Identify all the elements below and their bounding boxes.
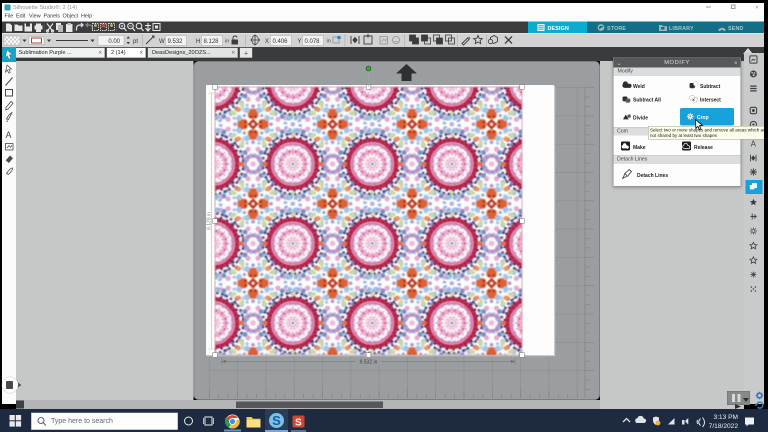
svg-text:SEND: SEND: [728, 26, 744, 32]
svg-text:Intersect: Intersect: [700, 98, 721, 104]
svg-text:Subtract All: Subtract All: [633, 98, 661, 104]
svg-text:8.128 in: 8.128 in: [207, 212, 213, 230]
svg-text:pt: pt: [133, 39, 138, 45]
svg-text:S: S: [295, 418, 302, 429]
svg-text:LIBRARY: LIBRARY: [669, 26, 694, 32]
svg-text:9.532 in: 9.532 in: [360, 360, 378, 366]
svg-text:DESIGN: DESIGN: [548, 26, 570, 32]
svg-text:W: W: [159, 39, 165, 45]
svg-text:A: A: [6, 130, 12, 140]
svg-text:in: in: [327, 39, 331, 45]
svg-text:H: H: [196, 39, 200, 45]
svg-text:in: in: [225, 39, 229, 45]
svg-text:Make: Make: [633, 145, 646, 151]
svg-text:Release: Release: [694, 145, 713, 151]
svg-text:9.532: 9.532: [168, 39, 184, 45]
svg-text:0.00: 0.00: [108, 39, 120, 45]
svg-text:Divide: Divide: [633, 116, 648, 122]
svg-text:8.128: 8.128: [204, 39, 220, 45]
svg-text:0.406: 0.406: [273, 39, 289, 45]
svg-text:S: S: [272, 413, 281, 428]
svg-text:0.078: 0.078: [305, 39, 321, 45]
svg-text:X: X: [265, 39, 269, 45]
svg-text:Weld: Weld: [633, 84, 645, 90]
svg-text:A: A: [751, 140, 757, 149]
svg-text:STORE: STORE: [607, 26, 626, 32]
svg-text:Subtract: Subtract: [700, 84, 721, 90]
svg-text:Detach Lines: Detach Lines: [637, 173, 668, 179]
svg-text:Y: Y: [298, 39, 302, 45]
